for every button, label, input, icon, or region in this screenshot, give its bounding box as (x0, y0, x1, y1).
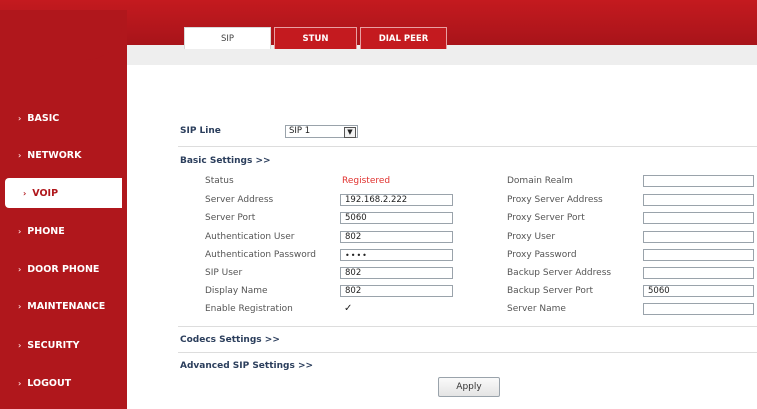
backup-server-port-field[interactable]: 5060 (643, 285, 754, 297)
sidebar-item-label: NETWORK (27, 149, 82, 161)
sidebar-item-voip[interactable]: › VOIP (5, 178, 122, 208)
proxy-user-field[interactable] (643, 231, 754, 243)
server-address-label: Server Address (205, 195, 274, 205)
chevron-right-icon: › (23, 188, 27, 198)
chevron-right-icon: › (18, 150, 22, 160)
tab-label: SIP (220, 33, 235, 44)
tab-sip[interactable]: SIP (184, 27, 271, 49)
proxy-server-address-label: Proxy Server Address (507, 195, 603, 205)
server-port-label: Server Port (205, 213, 256, 223)
sidebar-item-door-phone[interactable]: › DOOR PHONE (0, 254, 122, 284)
authentication-password-label: Authentication Password (205, 250, 316, 260)
tab-stun[interactable]: STUN (274, 27, 357, 49)
sip-user-field[interactable]: 802 (340, 267, 453, 279)
chevron-right-icon: › (18, 226, 22, 236)
sip-user-label: SIP User (205, 268, 243, 278)
sidebar-item-label: PHONE (27, 225, 65, 237)
sidebar-item-phone[interactable]: › PHONE (0, 216, 122, 246)
proxy-server-port-field[interactable] (643, 212, 754, 224)
authentication-user-field[interactable]: 802 (340, 231, 453, 243)
sidebar-item-logout[interactable]: › LOGOUT (0, 368, 122, 398)
status-label: Status (205, 176, 234, 186)
sidebar-item-label: BASIC (27, 112, 60, 124)
sidebar-item-label: DOOR PHONE (27, 263, 100, 275)
chevron-right-icon: › (18, 113, 22, 123)
server-name-label: Server Name (507, 304, 566, 314)
chevron-right-icon: › (18, 340, 22, 350)
sip-line-select-value: SIP 1 (289, 126, 311, 136)
tab-label: DIAL PEER (378, 33, 429, 44)
server-address-field[interactable]: 192.168.2.222 (340, 194, 453, 206)
proxy-user-label: Proxy User (507, 232, 556, 242)
divider (178, 326, 757, 327)
sidebar-logo-area (0, 18, 122, 60)
backup-server-port-label: Backup Server Port (507, 286, 594, 296)
authentication-user-label: Authentication User (205, 232, 295, 242)
status-value: Registered (342, 176, 391, 186)
tab-label: STUN (302, 33, 329, 44)
server-name-field[interactable] (643, 303, 754, 315)
sip-line-label: SIP Line (180, 126, 221, 136)
proxy-server-address-field[interactable] (643, 194, 754, 206)
chevron-right-icon: › (18, 264, 22, 274)
divider (178, 352, 757, 353)
codecs-settings-header[interactable]: Codecs Settings >> (180, 335, 280, 345)
sidebar-item-label: SECURITY (27, 339, 80, 351)
chevron-right-icon: › (18, 301, 22, 311)
sidebar-item-maintenance[interactable]: › MAINTENANCE (0, 291, 122, 321)
proxy-server-port-label: Proxy Server Port (507, 213, 585, 223)
enable-registration-label: Enable Registration (205, 304, 293, 314)
sidebar-item-basic[interactable]: › BASIC (0, 103, 122, 133)
apply-button-label: Apply (456, 382, 482, 392)
backup-server-address-field[interactable] (643, 267, 754, 279)
domain-realm-field[interactable] (643, 175, 754, 187)
sidebar-item-label: MAINTENANCE (27, 300, 106, 312)
divider (178, 146, 757, 147)
apply-button[interactable]: Apply (438, 377, 500, 397)
proxy-password-field[interactable] (643, 249, 754, 261)
sip-line-select[interactable]: SIP 1 ▼ (285, 125, 358, 138)
main-content (127, 45, 757, 409)
sidebar-item-label: LOGOUT (27, 377, 72, 389)
chevron-right-icon: › (18, 378, 22, 388)
advanced-sip-settings-header[interactable]: Advanced SIP Settings >> (180, 361, 313, 371)
server-port-field[interactable]: 5060 (340, 212, 453, 224)
display-name-label: Display Name (205, 286, 268, 296)
basic-settings-header[interactable]: Basic Settings >> (180, 156, 271, 166)
sidebar-item-network[interactable]: › NETWORK (0, 140, 122, 170)
backup-server-address-label: Backup Server Address (507, 268, 612, 278)
sidebar-item-security[interactable]: › SECURITY (0, 330, 122, 360)
chevron-down-icon: ▼ (344, 127, 356, 138)
proxy-password-label: Proxy Password (507, 250, 577, 260)
sidebar-item-label: VOIP (32, 187, 59, 199)
authentication-password-field[interactable]: •••• (340, 249, 453, 261)
tab-dial-peer[interactable]: DIAL PEER (360, 27, 447, 49)
domain-realm-label: Domain Realm (507, 176, 573, 186)
enable-registration-checkbox[interactable]: ✓ (344, 304, 354, 314)
display-name-field[interactable]: 802 (340, 285, 453, 297)
